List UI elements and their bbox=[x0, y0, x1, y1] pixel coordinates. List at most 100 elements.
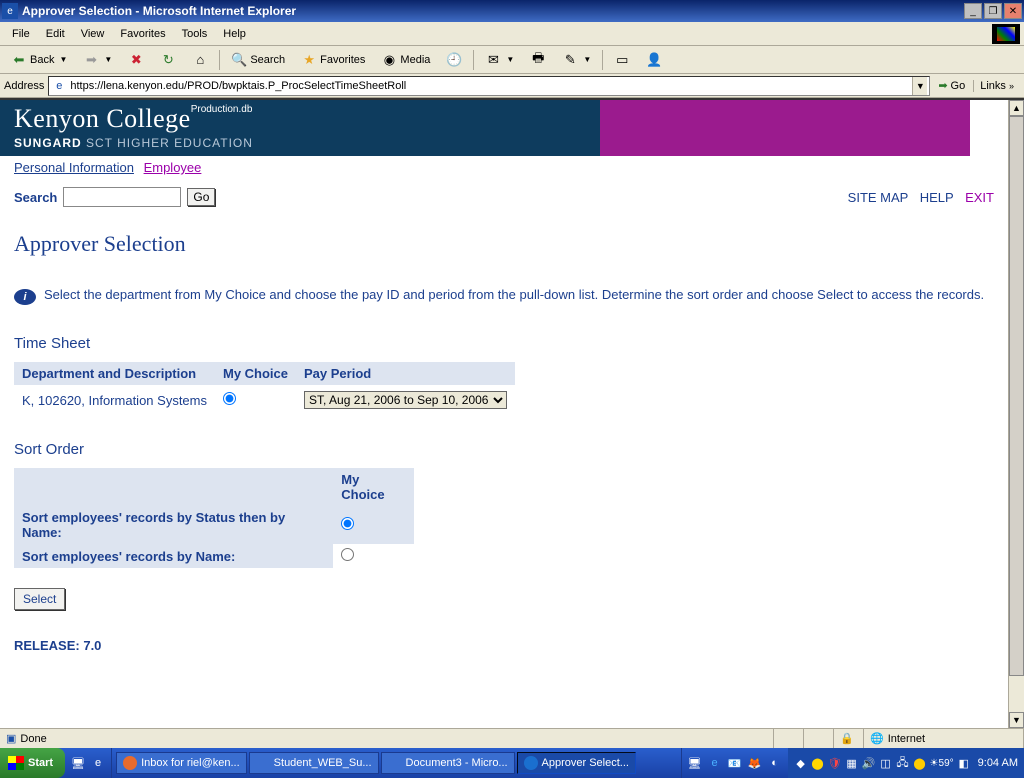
task-student-web[interactable]: Student_WEB_Su... bbox=[249, 752, 379, 774]
search-icon: 🔍 bbox=[231, 52, 247, 68]
nav-personal-info[interactable]: Personal Information bbox=[14, 160, 134, 175]
table-row: Sort employees' records by Name: bbox=[14, 544, 414, 568]
scroll-down-arrow[interactable]: ▼ bbox=[1009, 712, 1024, 728]
select-button[interactable]: Select bbox=[14, 588, 65, 610]
print-icon: 🖶 bbox=[530, 52, 546, 68]
sort-radio-name[interactable] bbox=[341, 548, 354, 561]
favorites-label: Favorites bbox=[320, 54, 365, 66]
mail-button[interactable]: ✉▼ bbox=[478, 49, 521, 71]
favorites-button[interactable]: ★Favorites bbox=[294, 49, 372, 71]
sort-opt2-cell bbox=[333, 544, 414, 568]
media-icon: ◉ bbox=[381, 52, 397, 68]
ql-ie-icon[interactable]: e bbox=[706, 754, 724, 772]
search-row: Search Go SITE MAP HELP EXIT bbox=[0, 179, 1008, 211]
links-bar[interactable]: Links » bbox=[973, 80, 1020, 92]
task-approver-select[interactable]: Approver Select... bbox=[517, 752, 636, 774]
messenger-icon: 👤 bbox=[646, 52, 662, 68]
address-input[interactable] bbox=[70, 80, 912, 92]
task-document3[interactable]: Document3 - Micro... bbox=[381, 752, 515, 774]
menu-favorites[interactable]: Favorites bbox=[112, 25, 173, 43]
separator bbox=[602, 50, 603, 70]
go-button[interactable]: ➡Go bbox=[934, 79, 969, 92]
content: Kenyon CollegeProduction.db SUNGARD SCT … bbox=[0, 100, 1008, 728]
right-links: SITE MAP HELP EXIT bbox=[840, 190, 994, 205]
scroll-up-arrow[interactable]: ▲ bbox=[1009, 100, 1024, 116]
menu-file[interactable]: File bbox=[4, 25, 38, 43]
ql-desktop-icon[interactable]: 🖥 bbox=[69, 754, 87, 772]
menu-help[interactable]: Help bbox=[215, 25, 254, 43]
page-icon: e bbox=[51, 78, 67, 94]
choice-cell bbox=[215, 385, 296, 415]
menu-edit[interactable]: Edit bbox=[38, 25, 73, 43]
close-button[interactable]: ✕ bbox=[1004, 3, 1022, 19]
edit-button[interactable]: ✎▼ bbox=[555, 49, 598, 71]
messenger-button[interactable]: 👤 bbox=[639, 49, 669, 71]
ql-ie-icon[interactable]: e bbox=[89, 754, 107, 772]
task-buttons: Inbox for riel@ken... Student_WEB_Su... … bbox=[112, 748, 680, 778]
address-dropdown[interactable]: ▼ bbox=[912, 77, 927, 95]
pay-period-select[interactable]: ST, Aug 21, 2006 to Sep 10, 2006 bbox=[304, 391, 507, 409]
ql-outlook-icon[interactable]: 📧 bbox=[726, 754, 744, 772]
task-inbox[interactable]: Inbox for riel@ken... bbox=[116, 752, 247, 774]
status-zone: 🌐 Internet bbox=[864, 729, 1024, 748]
chevron-down-icon: ▼ bbox=[104, 55, 112, 64]
status-pane: 🔒 bbox=[834, 729, 864, 748]
ie-icon: e bbox=[2, 3, 18, 19]
dept-radio[interactable] bbox=[223, 392, 236, 405]
history-button[interactable]: 🕘 bbox=[439, 49, 469, 71]
menu-view[interactable]: View bbox=[73, 25, 113, 43]
separator bbox=[473, 50, 474, 70]
globe-icon: 🌐 bbox=[870, 732, 884, 745]
sort-opt1-cell bbox=[333, 506, 414, 544]
sortorder-table: My Choice Sort employees' records by Sta… bbox=[14, 468, 414, 568]
search-button[interactable]: 🔍Search bbox=[224, 49, 292, 71]
ql-firefox-icon[interactable]: 🦊 bbox=[746, 754, 764, 772]
ql-app-icon[interactable]: ◐ bbox=[766, 754, 784, 772]
menubar: File Edit View Favorites Tools Help bbox=[0, 22, 1024, 46]
discuss-button[interactable]: ▭ bbox=[607, 49, 637, 71]
dept-cell: K, 102620, Information Systems bbox=[14, 385, 215, 415]
start-label: Start bbox=[28, 757, 53, 769]
minimize-button[interactable]: _ bbox=[964, 3, 982, 19]
ie-flag-icon bbox=[992, 24, 1020, 44]
menu-tools[interactable]: Tools bbox=[174, 25, 216, 43]
refresh-button[interactable]: ↻ bbox=[153, 49, 183, 71]
history-icon: 🕘 bbox=[446, 52, 462, 68]
th-mychoice: My Choice bbox=[333, 468, 414, 506]
restore-button[interactable]: ❐ bbox=[984, 3, 1002, 19]
link-sitemap[interactable]: SITE MAP bbox=[848, 190, 908, 205]
home-button[interactable]: ⌂ bbox=[185, 49, 215, 71]
star-icon: ★ bbox=[301, 52, 317, 68]
table-row: K, 102620, Information Systems ST, Aug 2… bbox=[14, 385, 515, 415]
tray-weather[interactable]: ☀59° bbox=[930, 758, 954, 769]
link-exit[interactable]: EXIT bbox=[965, 190, 994, 205]
address-field[interactable]: e ▼ bbox=[48, 76, 930, 96]
th-period: Pay Period bbox=[296, 362, 515, 385]
db-label: Production.db bbox=[191, 104, 253, 115]
back-button[interactable]: ⬅Back▼ bbox=[4, 49, 74, 71]
info-block: i Select the department from My Choice a… bbox=[14, 287, 994, 305]
forward-icon: ➡ bbox=[83, 52, 99, 68]
system-tray: ◆ ⬤ 🛡 ▦ 🔊 ◫ 🖧 ⬤ ☀59° ◧ 9:04 AM bbox=[788, 748, 1024, 778]
sort-radio-status-name[interactable] bbox=[341, 517, 354, 530]
chevron-down-icon: ▼ bbox=[59, 55, 67, 64]
quick-launch-right: 🖥 e 📧 🦊 ◐ bbox=[681, 748, 788, 778]
scroll-thumb[interactable] bbox=[1009, 116, 1024, 676]
print-button[interactable]: 🖶 bbox=[523, 49, 553, 71]
release-label: RELEASE: 7.0 bbox=[14, 638, 994, 653]
home-icon: ⌂ bbox=[192, 52, 208, 68]
media-button[interactable]: ◉Media bbox=[374, 49, 437, 71]
link-help[interactable]: HELP bbox=[920, 190, 954, 205]
ql-icon[interactable]: 🖥 bbox=[686, 754, 704, 772]
vertical-scrollbar[interactable]: ▲ ▼ bbox=[1008, 100, 1024, 728]
nav-employee[interactable]: Employee bbox=[144, 160, 202, 175]
forward-button[interactable]: ➡▼ bbox=[76, 49, 119, 71]
content-wrap: Kenyon CollegeProduction.db SUNGARD SCT … bbox=[0, 98, 1024, 728]
banner-left: Kenyon CollegeProduction.db SUNGARD SCT … bbox=[0, 100, 600, 156]
stop-button[interactable]: ✖ bbox=[121, 49, 151, 71]
refresh-icon: ↻ bbox=[160, 52, 176, 68]
search-go-button[interactable]: Go bbox=[187, 188, 215, 206]
tray-clock[interactable]: 9:04 AM bbox=[978, 757, 1018, 769]
search-input[interactable] bbox=[63, 187, 181, 207]
start-button[interactable]: Start bbox=[0, 748, 65, 778]
